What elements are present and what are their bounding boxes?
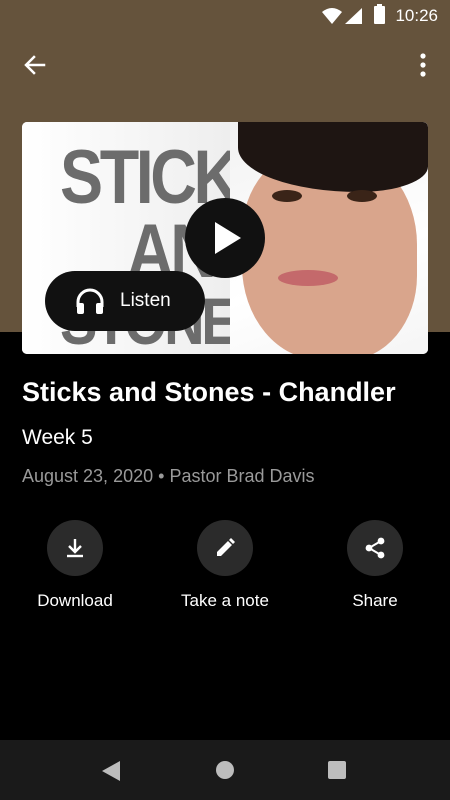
- listen-label: Listen: [120, 290, 171, 311]
- wifi-icon: [322, 8, 342, 24]
- nav-recents-icon[interactable]: [328, 761, 346, 779]
- take-note-label: Take a note: [181, 591, 269, 610]
- battery-icon: [374, 4, 385, 24]
- download-button[interactable]: [47, 520, 103, 576]
- play-icon: [215, 222, 241, 254]
- portrait-eye-right: [347, 190, 377, 202]
- download-icon: [67, 539, 83, 558]
- share-action[interactable]: Share: [315, 520, 435, 611]
- pencil-icon: [217, 538, 235, 556]
- portrait-eye-left: [272, 190, 302, 202]
- take-note-action[interactable]: Take a note: [165, 520, 285, 611]
- sermon-date: August 23, 2020: [22, 466, 154, 486]
- take-note-button[interactable]: [197, 520, 253, 576]
- signal-icon: [345, 8, 362, 24]
- status-time: 10:26: [395, 6, 438, 25]
- play-button[interactable]: [185, 198, 265, 278]
- download-action[interactable]: Download: [15, 520, 135, 611]
- sermon-series-week: Week 5: [22, 426, 93, 449]
- share-icon: [365, 537, 385, 559]
- nav-back-icon[interactable]: [102, 761, 120, 781]
- sermon-speaker: Pastor Brad Davis: [169, 466, 315, 486]
- back-arrow-icon[interactable]: [20, 50, 50, 80]
- sermon-title: Sticks and Stones - Chandler: [22, 377, 396, 407]
- download-label: Download: [37, 591, 113, 610]
- system-nav-bar: [0, 740, 450, 800]
- sermon-meta: August 23, 2020 • Pastor Brad Davis: [22, 466, 315, 487]
- more-options-icon[interactable]: [411, 50, 435, 80]
- share-label: Share: [352, 591, 398, 610]
- nav-home-icon[interactable]: [216, 761, 234, 779]
- listen-button[interactable]: Listen: [45, 271, 205, 331]
- meta-separator: •: [158, 466, 165, 486]
- headphones-icon: [76, 288, 104, 314]
- status-bar: 10:26: [0, 0, 450, 32]
- share-button[interactable]: [347, 520, 403, 576]
- portrait-lips: [278, 270, 338, 286]
